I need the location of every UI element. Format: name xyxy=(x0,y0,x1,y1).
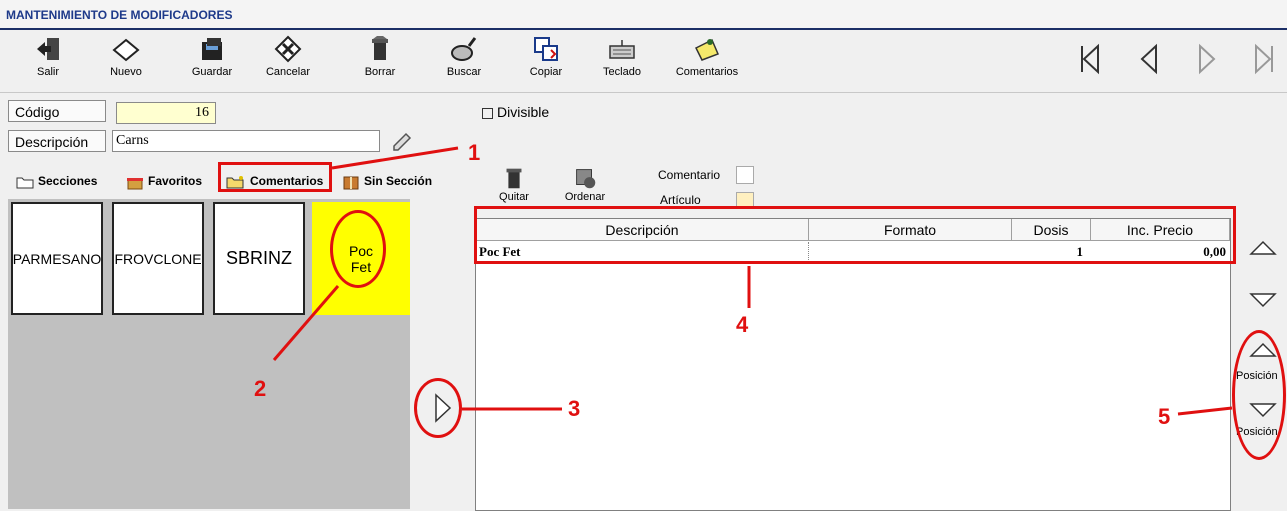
annotation-box-table xyxy=(474,206,1236,264)
annotation-line-4 xyxy=(747,266,751,308)
annotation-line-3 xyxy=(462,407,562,411)
comment-note-icon xyxy=(694,38,719,61)
codigo-field[interactable]: 16 xyxy=(116,102,216,124)
copiar-label: Copiar xyxy=(529,66,563,78)
annotation-number-1: 1 xyxy=(468,140,481,165)
teclado-label: Teclado xyxy=(603,66,641,78)
nuevo-button[interactable]: Nuevo xyxy=(94,34,158,88)
cancelar-button[interactable]: Cancelar xyxy=(256,34,320,88)
annotation-number-4: 4 xyxy=(736,312,749,337)
annotation-ellipse-position xyxy=(1232,330,1286,460)
divisible-box xyxy=(482,107,493,119)
comentario-color-swatch xyxy=(736,166,754,184)
annotation-number-5: 5 xyxy=(1158,404,1171,429)
first-record-button[interactable] xyxy=(1074,42,1104,76)
item-card[interactable]: PARMESANO xyxy=(11,202,103,315)
remove-trash-icon xyxy=(506,168,522,189)
tab-secciones[interactable]: Secciones xyxy=(16,170,97,192)
descripcion-label: Descripción xyxy=(8,130,106,152)
annotation-number-2: 2 xyxy=(254,376,267,401)
buscar-label: Buscar xyxy=(446,66,482,78)
annotation-line-5 xyxy=(1177,406,1233,416)
guardar-button[interactable]: Guardar xyxy=(180,34,244,88)
title-bar: MANTENIMIENTO DE MODIFICADORES xyxy=(0,0,1287,30)
guardar-label: Guardar xyxy=(191,66,233,78)
last-icon xyxy=(1255,43,1273,75)
nuevo-label: Nuevo xyxy=(110,66,142,78)
comentario-legend: Comentario xyxy=(658,168,720,182)
teclado-button[interactable]: Teclado xyxy=(590,34,654,88)
item-card-label: PARMESANO xyxy=(12,250,102,267)
item-card-label: SBRINZ xyxy=(225,248,292,268)
tab-favoritos-label: Favoritos xyxy=(148,174,203,188)
borrar-label: Borrar xyxy=(364,66,396,78)
item-card[interactable]: FROVCLONE xyxy=(112,202,204,315)
folder-icon xyxy=(16,177,34,189)
comentarios-label: Comentarios xyxy=(675,66,739,78)
window-title: MANTENIMIENTO DE MODIFICADORES xyxy=(6,8,233,22)
borrar-button[interactable]: Borrar xyxy=(348,34,412,88)
package-icon xyxy=(343,176,359,190)
previous-record-button[interactable] xyxy=(1134,42,1164,76)
tab-sin-seccion-label: Sin Sección xyxy=(364,174,433,188)
scroll-up-icon[interactable] xyxy=(1248,238,1278,258)
annotation-box-comentarios xyxy=(218,162,332,192)
toolbar: Salir Nuevo Guardar Cancelar Borrar Busc… xyxy=(0,30,1287,93)
new-document-icon xyxy=(112,38,140,62)
next-icon xyxy=(1199,43,1216,75)
codigo-label: Código xyxy=(8,100,106,122)
salir-button[interactable]: Salir xyxy=(16,34,80,88)
annotation-circle-pocfet xyxy=(330,210,386,288)
comentario-legend-label: Comentario xyxy=(658,168,721,182)
quitar-label: Quitar xyxy=(499,191,529,203)
ordenar-button[interactable]: Ordenar xyxy=(562,164,608,203)
comentarios-button[interactable]: Comentarios xyxy=(672,34,742,88)
ordenar-label: Ordenar xyxy=(564,191,606,203)
next-record-button[interactable] xyxy=(1192,42,1222,76)
save-disk-icon xyxy=(202,38,222,60)
copy-icon xyxy=(534,37,558,61)
divisible-label: Divisible xyxy=(497,104,550,120)
annotation-circle-arrow xyxy=(414,378,462,438)
divisible-checkbox[interactable]: Divisible xyxy=(482,104,549,120)
cancelar-label: Cancelar xyxy=(265,66,311,78)
tab-secciones-label: Secciones xyxy=(38,174,98,188)
last-record-button[interactable] xyxy=(1250,42,1280,76)
keyboard-icon xyxy=(609,40,635,59)
annotation-line-2 xyxy=(272,285,340,361)
search-icon xyxy=(451,37,477,61)
first-icon xyxy=(1081,43,1099,75)
articulo-legend-label: Artículo xyxy=(660,193,701,207)
previous-icon xyxy=(1140,43,1157,75)
trash-bin-icon xyxy=(372,36,388,60)
tab-favoritos[interactable]: Favoritos xyxy=(126,170,202,192)
exit-door-icon xyxy=(37,38,59,60)
copiar-button[interactable]: Copiar xyxy=(514,34,578,88)
salir-label: Salir xyxy=(36,66,59,78)
annotation-number-3: 3 xyxy=(568,396,581,421)
buscar-button[interactable]: Buscar xyxy=(432,34,496,88)
gift-box-icon xyxy=(127,177,143,190)
item-card-label: FROVCLONE xyxy=(114,250,202,267)
cancel-icon xyxy=(274,35,302,63)
annotation-line-1 xyxy=(331,146,459,170)
tab-sin-seccion[interactable]: Sin Sección xyxy=(342,170,432,192)
quitar-button[interactable]: Quitar xyxy=(494,164,534,203)
scroll-down-icon[interactable] xyxy=(1248,290,1278,310)
sort-icon xyxy=(576,169,596,189)
articulo-legend: Artículo xyxy=(660,193,701,207)
